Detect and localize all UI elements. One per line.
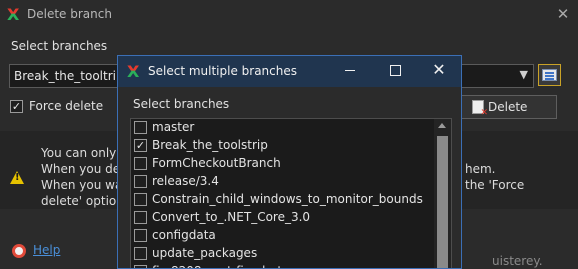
- branch-name: fix-8208-post-fixed-ut: [152, 264, 282, 268]
- branch-checkbox[interactable]: ✓: [134, 139, 147, 152]
- branch-name: Constrain_child_windows_to_monitor_bound…: [152, 192, 423, 206]
- list-item[interactable]: release/3.4: [131, 173, 431, 191]
- branch-checkbox[interactable]: [134, 229, 147, 242]
- branch-checkbox[interactable]: [134, 265, 147, 268]
- delete-icon: [472, 100, 488, 118]
- scroll-up-icon[interactable]: [438, 123, 446, 128]
- select-branches-label: Select branches: [133, 97, 230, 111]
- branch-checkbox[interactable]: [134, 247, 147, 260]
- branch-name: Break_the_toolstrip: [152, 138, 268, 152]
- warning-text-line: delete' option.: [41, 194, 128, 208]
- window-titlebar: XX Delete branch ✕: [0, 0, 578, 30]
- list-item[interactable]: configdata: [131, 227, 431, 245]
- branch-name: configdata: [152, 228, 216, 242]
- partial-text: uisterey.: [492, 254, 543, 268]
- list-item[interactable]: fix-8208-post-fixed-ut: [131, 263, 431, 268]
- force-delete-checkbox[interactable]: ✓: [10, 100, 23, 113]
- branch-checkbox[interactable]: [134, 193, 147, 206]
- branch-name: update_packages: [152, 246, 258, 260]
- close-icon[interactable]: ✕: [431, 62, 447, 78]
- warning-text-tail: the 'Force: [465, 178, 525, 192]
- branch-name: release/3.4: [152, 174, 219, 188]
- list-item[interactable]: master: [131, 119, 431, 137]
- select-multiple-branches-button[interactable]: [538, 64, 561, 86]
- dialog-title: Select multiple branches: [148, 64, 297, 78]
- help-icon[interactable]: [12, 244, 26, 258]
- multi-select-icon: [542, 69, 557, 81]
- branch-list[interactable]: master ✓ Break_the_toolstrip FormCheckou…: [130, 118, 452, 268]
- branch-checkbox[interactable]: [134, 157, 147, 170]
- delete-button[interactable]: Delete: [461, 95, 557, 119]
- branch-name: Convert_to_.NET_Core_3.0: [152, 210, 311, 224]
- close-icon[interactable]: ✕: [556, 5, 570, 23]
- dialog-titlebar: XX Select multiple branches ✕: [118, 56, 461, 87]
- branch-checkbox[interactable]: [134, 175, 147, 188]
- branch-checkbox[interactable]: [134, 211, 147, 224]
- git-extensions-icon: XX: [7, 5, 20, 24]
- window-title: Delete branch: [27, 7, 112, 21]
- branch-checkbox[interactable]: [134, 121, 147, 134]
- branch-name: master: [152, 120, 195, 134]
- branch-name: FormCheckoutBranch: [152, 156, 281, 170]
- select-branches-label: Select branches: [11, 39, 108, 53]
- minimize-icon[interactable]: [342, 62, 358, 78]
- vertical-scrollbar[interactable]: [434, 119, 451, 268]
- list-item[interactable]: Convert_to_.NET_Core_3.0: [131, 209, 431, 227]
- list-item[interactable]: FormCheckoutBranch: [131, 155, 431, 173]
- scroll-thumb[interactable]: [437, 136, 448, 268]
- help-link[interactable]: Help: [33, 243, 60, 257]
- list-item[interactable]: ✓ Break_the_toolstrip: [131, 137, 431, 155]
- warning-icon: [10, 171, 24, 184]
- branch-select-value: Break_the_tooltrip: [14, 69, 124, 83]
- force-delete-label: Force delete: [29, 99, 104, 113]
- select-multiple-branches-dialog: XX Select multiple branches ✕ Select bra…: [117, 55, 462, 269]
- warning-text-line: You can only d: [41, 146, 128, 160]
- git-extensions-icon: XX: [127, 62, 140, 81]
- list-item[interactable]: update_packages: [131, 245, 431, 263]
- warning-text-tail: hem.: [465, 162, 496, 176]
- maximize-icon[interactable]: [387, 62, 403, 78]
- delete-button-label: Delete: [488, 100, 528, 114]
- list-item[interactable]: Constrain_child_windows_to_monitor_bound…: [131, 191, 431, 209]
- dropdown-chevron-icon[interactable]: ▼: [520, 68, 528, 81]
